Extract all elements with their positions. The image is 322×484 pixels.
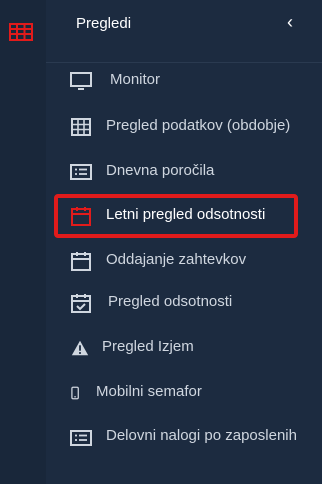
sidebar-item-delovni-nalogi[interactable]: Delovni nalogi po zaposlenih	[66, 423, 297, 473]
list-card-icon	[70, 164, 92, 180]
sidebar-panel: Pregledi ‹ Monitor Pregled podatkov (obd…	[46, 0, 322, 484]
chevron-left-icon[interactable]: ‹	[278, 10, 302, 34]
sidebar-item-label: Pregled Izjem	[102, 338, 194, 355]
calendar-icon	[71, 252, 91, 271]
calendar-check-icon	[71, 294, 91, 313]
sidebar-item-dnevna-porocila[interactable]: Dnevna poročila	[66, 157, 296, 187]
sidebar-item-pregled-podatkov[interactable]: Pregled podatkov (obdobje)	[66, 112, 316, 142]
monitor-icon	[70, 72, 92, 90]
sidebar-item-pregled-izjem[interactable]: Pregled Izjem	[66, 333, 296, 363]
sidebar-item-label: Delovni nalogi po zaposlenih	[106, 427, 297, 444]
warning-icon	[71, 340, 89, 356]
sidebar-item-label: Mobilni semafor	[96, 383, 202, 400]
sidebar-item-monitor[interactable]: Monitor	[66, 66, 296, 96]
sidebar-item-label: Monitor	[110, 71, 161, 88]
table-icon	[71, 118, 91, 136]
sidebar-item-label: Dnevna poročila	[106, 162, 215, 179]
sidebar-item-label: Oddajanje zahtevkov	[106, 251, 247, 268]
sidebar-item-label: Pregled odsotnosti	[108, 293, 233, 310]
calendar-icon	[71, 207, 91, 226]
mobile-icon	[71, 386, 79, 400]
sidebar-item-oddajanje-zahtevkov[interactable]: Oddajanje zahtevkov	[66, 246, 296, 276]
sidebar-item-label: Letni pregled odsotnosti	[106, 206, 266, 223]
table-grid-icon[interactable]	[9, 23, 33, 41]
sidebar-item-label: Pregled podatkov (obdobje)	[106, 117, 291, 134]
list-card-icon	[70, 430, 92, 446]
app-window: Pregledi ‹ Monitor Pregled podatkov (obd…	[0, 0, 322, 484]
divider	[46, 62, 322, 63]
sidebar-item-mobilni-semafor[interactable]: Mobilni semafor	[66, 378, 296, 408]
sidebar-item-pregled-odsotnosti[interactable]: Pregled odsotnosti	[66, 288, 296, 318]
icon-rail	[0, 0, 46, 484]
sidebar-title: Pregledi	[76, 15, 132, 32]
sidebar-item-letni-pregled-odsotnosti[interactable]: Letni pregled odsotnosti	[66, 201, 296, 231]
